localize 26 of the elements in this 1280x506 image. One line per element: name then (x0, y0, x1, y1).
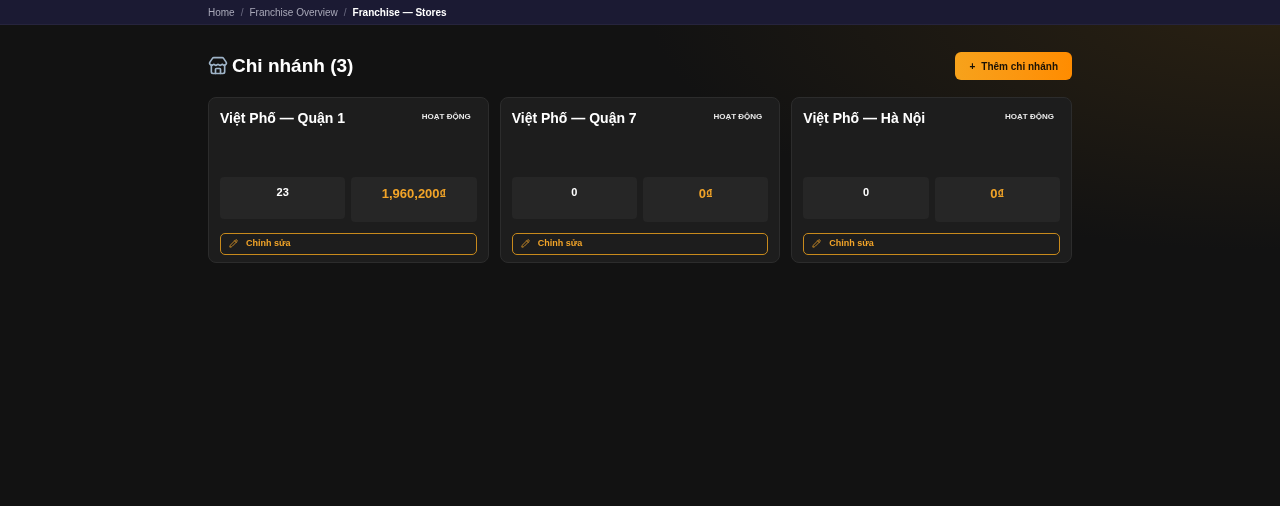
pencil-icon (520, 239, 530, 248)
breadcrumb-separator: / (343, 5, 347, 20)
revenue-value: 0₫ (698, 184, 713, 203)
breadcrumb-link[interactable]: Franchise Overview (249, 4, 338, 20)
store-name: Việt Phố — Quận 7 (511, 108, 637, 128)
order-count: 23 (276, 184, 289, 200)
revenue-value: 1,960,200₫ (381, 184, 447, 203)
edit-button[interactable]: Chỉnh sửa (511, 232, 769, 255)
breadcrumb-link[interactable]: Home (208, 4, 235, 20)
status-label: HOẠT ĐỘNG (713, 110, 763, 123)
pencil-icon (812, 239, 822, 248)
breadcrumb-link[interactable]: Franchise — Stores (352, 4, 447, 20)
add-store-button[interactable]: + Thêm chi nhánh (955, 52, 1072, 81)
store-name: Việt Phố — Hà Nội (803, 108, 926, 128)
revenue-value: 0₫ (990, 184, 1005, 203)
store-name: Việt Phố — Quận 1 (220, 108, 345, 128)
order-count: 0 (862, 184, 870, 200)
order-count: 0 (571, 184, 578, 200)
pencil-icon (229, 239, 238, 248)
status-label: HOẠT ĐỘNG (1005, 110, 1054, 123)
edit-button[interactable]: Chỉnh sửa (803, 232, 1060, 255)
store-icon (208, 56, 228, 77)
breadcrumb-separator: / (240, 5, 244, 20)
page-title: Chi nhánh (3) (232, 54, 354, 78)
status-label: HOẠT ĐỘNG (421, 110, 471, 123)
edit-button[interactable]: Chỉnh sửa (220, 232, 477, 255)
